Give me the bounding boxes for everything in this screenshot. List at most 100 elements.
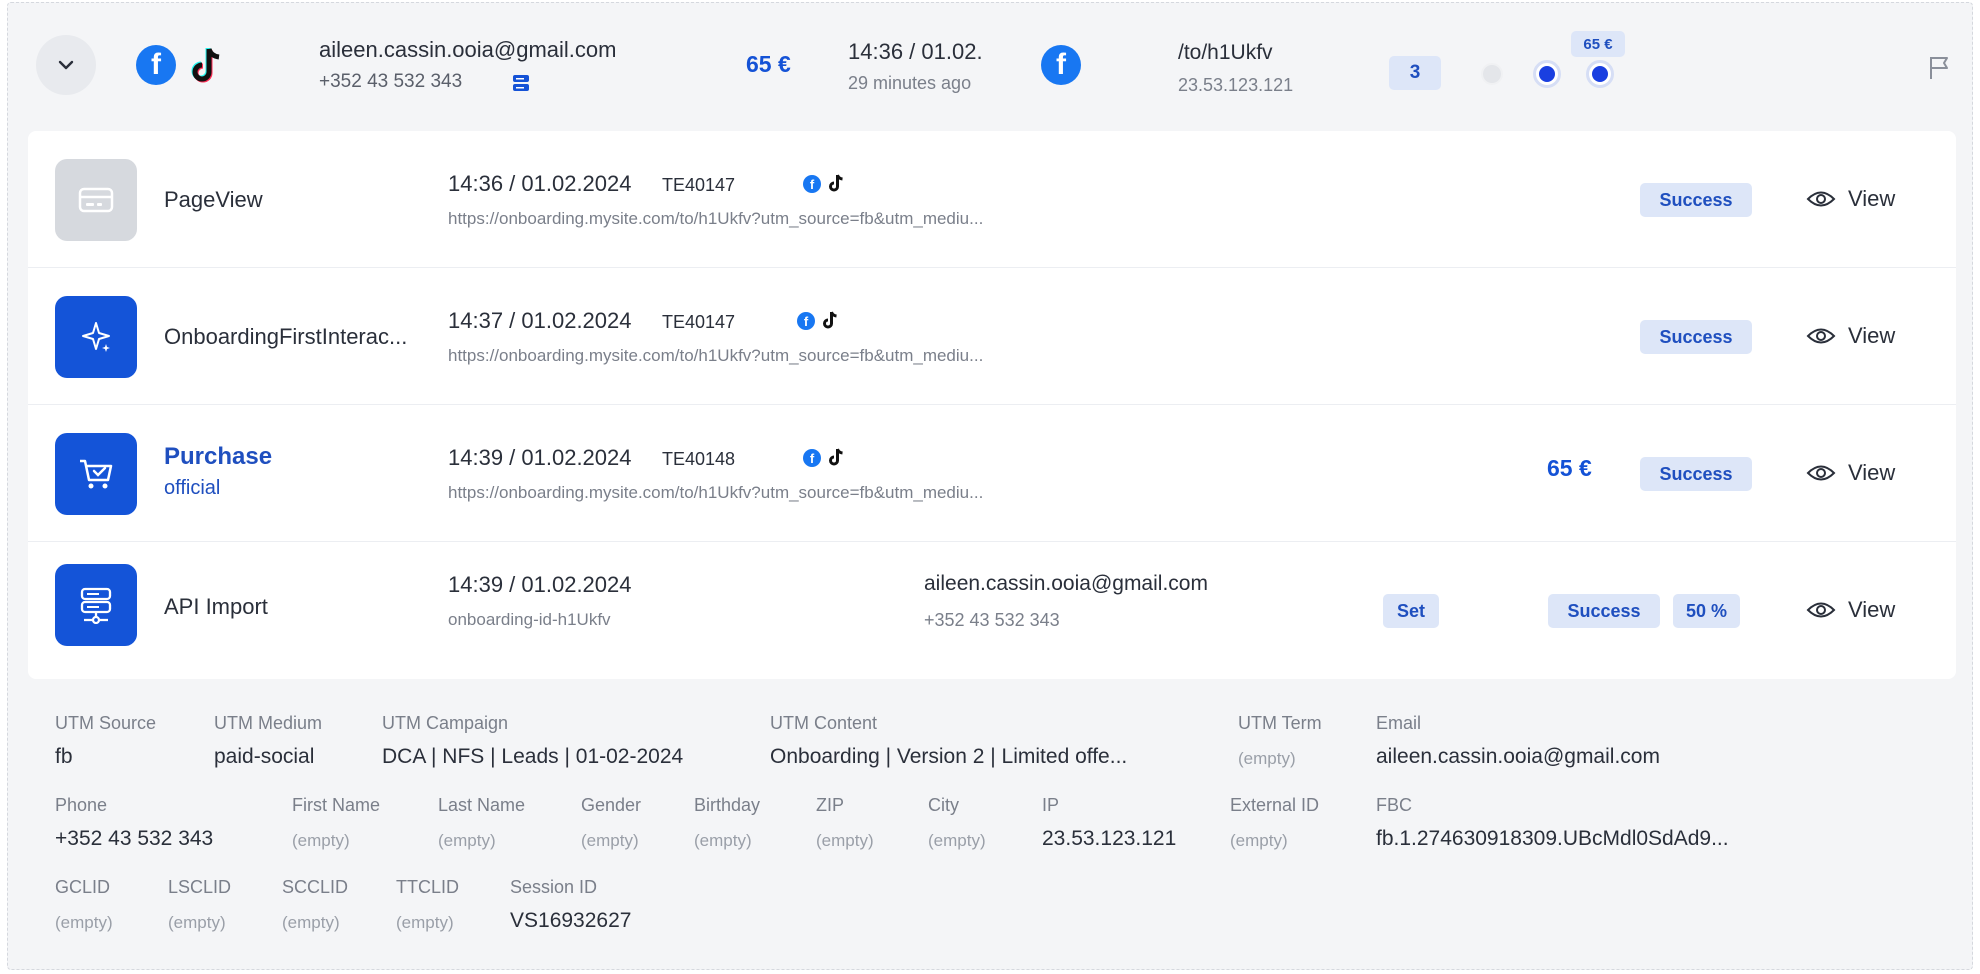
- detail-label: LSCLID: [168, 877, 232, 897]
- eye-icon: [1806, 465, 1836, 481]
- detail-label: Email: [1376, 713, 1422, 733]
- detail-label: GCLID: [55, 877, 111, 897]
- event-row-purchase[interactable]: Purchase official 14:39 / 01.02.2024 TE4…: [28, 405, 1956, 542]
- detail-label: UTM Term: [1238, 713, 1322, 733]
- view-label: View: [1848, 186, 1896, 211]
- event-row-pageview[interactable]: PageView 14:36 / 01.02.2024 TE40147 f ht…: [28, 131, 1956, 268]
- tiktok-icon: [828, 173, 844, 193]
- detail-value: +352 43 532 343: [55, 827, 214, 850]
- event-code: TE40147: [662, 175, 736, 195]
- detail-label: Last Name: [438, 795, 526, 815]
- event-code: TE40148: [662, 449, 736, 469]
- event-time: 14:37 / 01.02.2024: [448, 308, 632, 333]
- detail-value: VS16932627: [510, 909, 632, 932]
- view-button[interactable]: View: [1806, 186, 1895, 212]
- event-url[interactable]: https://onboarding.mysite.com/to/h1Ukfv?…: [448, 346, 983, 366]
- event-row-api-import[interactable]: API Import 14:39 / 01.02.2024 onboarding…: [28, 542, 1956, 679]
- status-badge: Success: [1640, 183, 1752, 217]
- status-badge: Success: [1640, 320, 1752, 354]
- view-button[interactable]: View: [1806, 597, 1895, 623]
- detail-value: (empty): [282, 913, 340, 932]
- view-label: View: [1848, 597, 1896, 622]
- detail-value: (empty): [292, 831, 350, 850]
- detail-value: fb.1.274630918309.UBcMdl0SdAd9...: [1376, 827, 1729, 850]
- detail-value: (empty): [438, 831, 496, 850]
- session-header[interactable]: f aileen.cassin.ooia@gmail.com +352 43 5…: [8, 3, 1972, 127]
- facebook-icon: f: [136, 45, 176, 85]
- detail-value: (empty): [694, 831, 752, 850]
- detail-value: (empty): [581, 831, 639, 850]
- event-email: aileen.cassin.ooia@gmail.com: [924, 572, 1208, 595]
- view-label: View: [1848, 460, 1896, 485]
- detail-label: First Name: [292, 795, 381, 815]
- detail-label: IP: [1042, 795, 1060, 815]
- detail-value: aileen.cassin.ooia@gmail.com: [1376, 745, 1660, 768]
- eye-icon: [1806, 328, 1836, 344]
- detail-label: Phone: [55, 795, 108, 815]
- header-path: /to/h1Ukfv: [1178, 41, 1273, 64]
- event-phone: +352 43 532 343: [924, 610, 1060, 630]
- event-name: OnboardingFirstInterac...: [164, 324, 408, 349]
- view-button[interactable]: View: [1806, 323, 1895, 349]
- event-time: 14:39 / 01.02.2024: [448, 445, 632, 470]
- tiktok-icon: [188, 45, 224, 85]
- view-button[interactable]: View: [1806, 460, 1895, 486]
- percent-badge: 50 %: [1673, 594, 1740, 628]
- event-name: PageView: [164, 187, 263, 212]
- progress-dot-purchase: [1586, 60, 1614, 88]
- cart-icon: [55, 433, 137, 515]
- event-import-id: onboarding-id-h1Ukfv: [448, 610, 611, 629]
- detail-label: UTM Content: [770, 713, 878, 733]
- detail-value: (empty): [168, 913, 226, 932]
- event-url[interactable]: https://onboarding.mysite.com/to/h1Ukfv?…: [448, 483, 983, 503]
- detail-label: UTM Medium: [214, 713, 323, 733]
- event-amount: 65 €: [1547, 455, 1592, 481]
- facebook-icon: f: [803, 449, 821, 467]
- facebook-icon: f: [797, 312, 815, 330]
- expand-toggle-button[interactable]: [36, 35, 96, 95]
- detail-label: SCCLID: [282, 877, 349, 897]
- status-badge: Success: [1640, 457, 1752, 491]
- server-icon: [511, 73, 531, 98]
- set-badge: Set: [1383, 594, 1439, 628]
- session-details: UTM Source fb UTM Medium paid-social UTM…: [8, 683, 1972, 963]
- eye-icon: [1806, 602, 1836, 618]
- detail-label: UTM Campaign: [382, 713, 509, 733]
- event-subtitle: official: [164, 477, 221, 499]
- event-time: 14:39 / 01.02.2024: [448, 572, 632, 597]
- event-count-badge: 3: [1389, 56, 1441, 90]
- detail-value: (empty): [1238, 749, 1296, 768]
- flag-icon[interactable]: [1928, 55, 1950, 86]
- detail-value: paid-social: [214, 745, 315, 768]
- event-name: API Import: [164, 594, 268, 619]
- event-name[interactable]: Purchase: [164, 443, 272, 471]
- detail-label: Gender: [581, 795, 642, 815]
- session-card: f aileen.cassin.ooia@gmail.com +352 43 5…: [7, 2, 1973, 970]
- view-label: View: [1848, 323, 1896, 348]
- detail-label: Session ID: [510, 877, 598, 897]
- event-row-onboarding[interactable]: OnboardingFirstInterac... 14:37 / 01.02.…: [28, 268, 1956, 405]
- header-time: 14:36 / 01.02.: [848, 39, 983, 64]
- header-email: aileen.cassin.ooia@gmail.com: [319, 37, 617, 62]
- chevron-down-icon: [58, 60, 74, 70]
- tiktok-icon: [828, 447, 844, 467]
- detail-value: (empty): [816, 831, 874, 850]
- facebook-icon: f: [803, 175, 821, 193]
- detail-label: External ID: [1230, 795, 1320, 815]
- header-amount: 65 €: [746, 51, 791, 77]
- purchase-amount-badge: 65 €: [1571, 31, 1625, 57]
- facebook-source-icon: f: [1041, 45, 1081, 85]
- detail-value: (empty): [1230, 831, 1288, 850]
- event-list: PageView 14:36 / 01.02.2024 TE40147 f ht…: [28, 131, 1956, 679]
- tiktok-icon: [822, 310, 838, 330]
- header-time-ago: 29 minutes ago: [848, 73, 972, 93]
- detail-label: TTCLID: [396, 877, 459, 897]
- event-time: 14:36 / 01.02.2024: [448, 171, 632, 196]
- detail-label: City: [928, 795, 959, 815]
- detail-label: UTM Source: [55, 713, 157, 733]
- header-phone: +352 43 532 343: [319, 71, 463, 92]
- detail-value: (empty): [55, 913, 113, 932]
- event-url[interactable]: https://onboarding.mysite.com/to/h1Ukfv?…: [448, 209, 983, 229]
- progress-dot-filled: [1533, 60, 1561, 88]
- detail-label: Birthday: [694, 795, 761, 815]
